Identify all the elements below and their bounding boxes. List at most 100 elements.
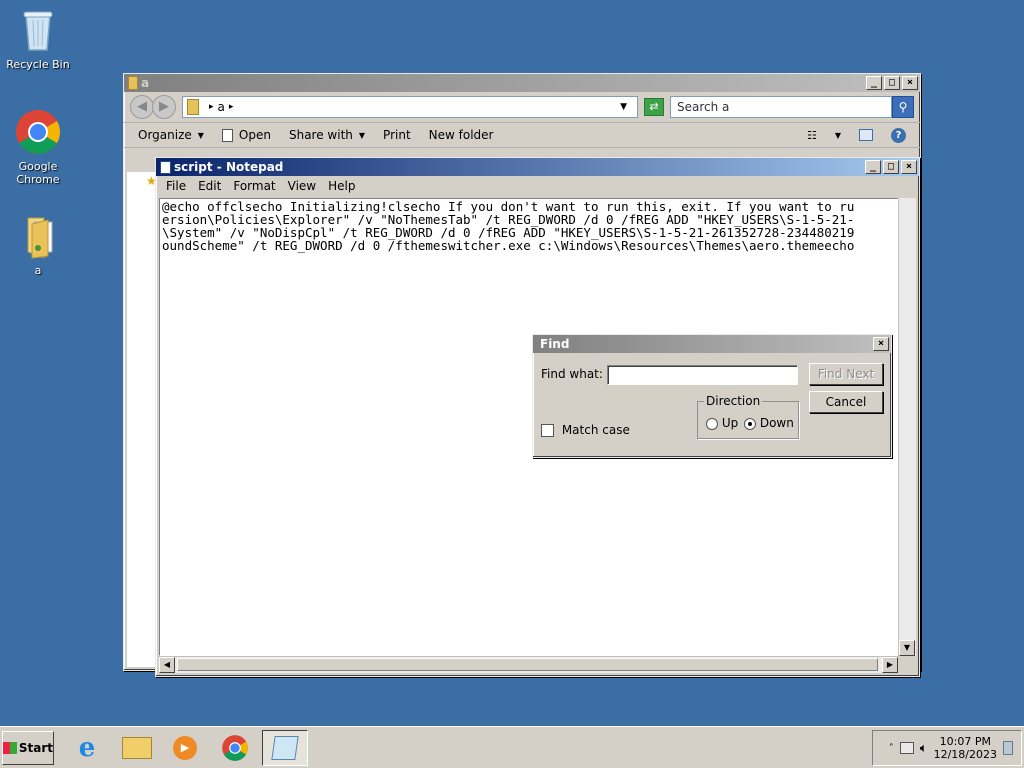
radio-down[interactable] (744, 417, 756, 430)
minimize-button[interactable]: _ (865, 160, 881, 174)
open-button[interactable]: Open (221, 128, 271, 142)
find-what-input[interactable] (607, 365, 798, 385)
start-label: Start (18, 741, 53, 755)
print-button[interactable]: Print (383, 128, 411, 142)
match-case-option[interactable]: Match case (541, 423, 630, 437)
forward-button[interactable]: ▶ (152, 95, 176, 119)
notepad-title: script - Notepad (174, 160, 284, 174)
direction-up-option[interactable]: Up (706, 416, 738, 430)
minimize-button[interactable]: _ (866, 76, 882, 90)
folder-icon (122, 737, 152, 759)
scroll-right-arrow[interactable]: ▶ (882, 657, 898, 673)
new-folder-button[interactable]: New folder (429, 128, 494, 142)
help-icon[interactable]: ? (891, 127, 906, 143)
chevron-down-icon[interactable]: ▼ (835, 131, 841, 140)
document-icon (221, 128, 233, 142)
close-button[interactable]: × (901, 160, 917, 174)
show-desktop-icon[interactable] (1003, 741, 1013, 755)
chevron-right-icon[interactable]: ▸ (229, 102, 234, 112)
explorer-navbar: ◀ ▶ ▸ a ▸ ▼ ⇄ Search a ⚲ (124, 92, 920, 122)
direction-group: Direction Up Down (697, 394, 799, 439)
taskbar-chrome[interactable] (212, 730, 258, 766)
menu-format[interactable]: Format (227, 179, 281, 193)
explorer-titlebar[interactable]: a _ □ × (124, 74, 920, 92)
organize-menu[interactable]: Organize ▼ (138, 128, 204, 142)
desktop-icon-folder-a[interactable]: a (0, 212, 76, 277)
scroll-left-arrow[interactable]: ◀ (159, 657, 175, 673)
find-title: Find (540, 337, 570, 351)
address-bar[interactable]: ▸ a ▸ ▼ (182, 96, 638, 118)
desktop-icon-label: a (34, 264, 42, 277)
view-options-icon[interactable]: ☷ (807, 129, 817, 142)
chrome-icon (222, 735, 248, 761)
desktop-icon-recycle-bin[interactable]: Recycle Bin (0, 6, 76, 71)
maximize-button[interactable]: □ (884, 76, 900, 90)
taskbar-internet-explorer[interactable]: e (64, 730, 110, 766)
match-case-label: Match case (561, 423, 630, 437)
folder-icon (187, 99, 199, 115)
network-icon[interactable] (899, 742, 914, 754)
explorer-command-bar: Organize ▼ Open Share with ▼ Print New fol… (124, 122, 920, 148)
notepad-menubar: File Edit Format View Help (156, 176, 919, 196)
up-label: Up (721, 416, 739, 430)
search-input[interactable]: Search a (670, 96, 892, 118)
taskbar: Start e ▶ ˄ 🔈︎ 10:07 PM 12/18/2023 (0, 726, 1024, 768)
find-dialog[interactable]: Find × Find what: Find Next Cancel Direc… (532, 334, 892, 458)
windows-logo-icon (3, 742, 17, 754)
down-label: Down (759, 416, 794, 430)
clock[interactable]: 10:07 PM 12/18/2023 (934, 735, 997, 761)
breadcrumb-item[interactable]: a (218, 100, 225, 114)
text-line: oundScheme" /t REG_DWORD /d 0 /fthemeswi… (162, 238, 855, 253)
taskbar-notepad[interactable] (262, 730, 308, 766)
scroll-thumb[interactable] (177, 658, 878, 671)
start-button[interactable]: Start (2, 731, 54, 765)
match-case-checkbox[interactable] (541, 424, 554, 437)
close-button[interactable]: × (902, 76, 918, 90)
folder-icon (14, 212, 62, 260)
system-tray: ˄ 🔈︎ 10:07 PM 12/18/2023 (872, 730, 1022, 766)
close-button[interactable]: × (873, 337, 889, 351)
find-next-button[interactable]: Find Next (809, 363, 883, 385)
notepad-icon (160, 160, 171, 174)
desktop-icon-label: Google Chrome (16, 160, 60, 186)
navigation-pane[interactable]: ★ (127, 172, 157, 667)
folder-icon (128, 76, 138, 90)
desktop-icon-label: Recycle Bin (6, 58, 70, 71)
desktop-icon-google-chrome[interactable]: Google Chrome (0, 108, 76, 186)
menu-file[interactable]: File (160, 179, 192, 193)
volume-icon[interactable]: 🔈︎ (920, 741, 928, 756)
explorer-title: a (141, 76, 150, 90)
maximize-button[interactable]: □ (883, 160, 899, 174)
taskbar-file-explorer[interactable] (114, 730, 160, 766)
direction-down-option[interactable]: Down (744, 416, 794, 430)
recycle-bin-icon (14, 6, 62, 54)
show-hidden-icons-chevron[interactable]: ˄ (889, 743, 894, 754)
media-player-icon: ▶ (173, 736, 197, 760)
scroll-down-arrow[interactable]: ▼ (899, 640, 915, 656)
dropdown-arrow-icon: ▼ (358, 130, 366, 140)
notepad-icon (271, 736, 299, 760)
vertical-scrollbar[interactable]: ▼ (898, 198, 916, 656)
chevron-right-icon[interactable]: ▸ (209, 102, 214, 112)
cancel-button[interactable]: Cancel (809, 391, 883, 413)
search-icon[interactable]: ⚲ (892, 96, 914, 118)
clock-date: 12/18/2023 (933, 748, 997, 761)
preview-pane-icon[interactable] (859, 129, 873, 141)
menu-view[interactable]: View (282, 179, 322, 193)
share-with-menu[interactable]: Share with ▼ (289, 128, 365, 142)
internet-explorer-icon: e (78, 733, 96, 763)
dropdown-arrow-icon: ▼ (197, 130, 204, 140)
back-button[interactable]: ◀ (130, 95, 154, 119)
find-what-label: Find what: (541, 367, 603, 381)
clock-time: 10:07 PM (939, 735, 991, 748)
radio-up[interactable] (706, 417, 718, 430)
find-titlebar[interactable]: Find × (533, 335, 891, 353)
refresh-button[interactable]: ⇄ (644, 98, 664, 116)
chevron-down-icon[interactable]: ▼ (620, 102, 627, 112)
menu-edit[interactable]: Edit (192, 179, 227, 193)
taskbar-media-player[interactable]: ▶ (162, 730, 208, 766)
horizontal-scrollbar[interactable]: ◀ ▶ (159, 656, 898, 673)
menu-help[interactable]: Help (322, 179, 361, 193)
notepad-titlebar[interactable]: script - Notepad _ □ × (156, 158, 919, 176)
chrome-icon (14, 108, 62, 156)
